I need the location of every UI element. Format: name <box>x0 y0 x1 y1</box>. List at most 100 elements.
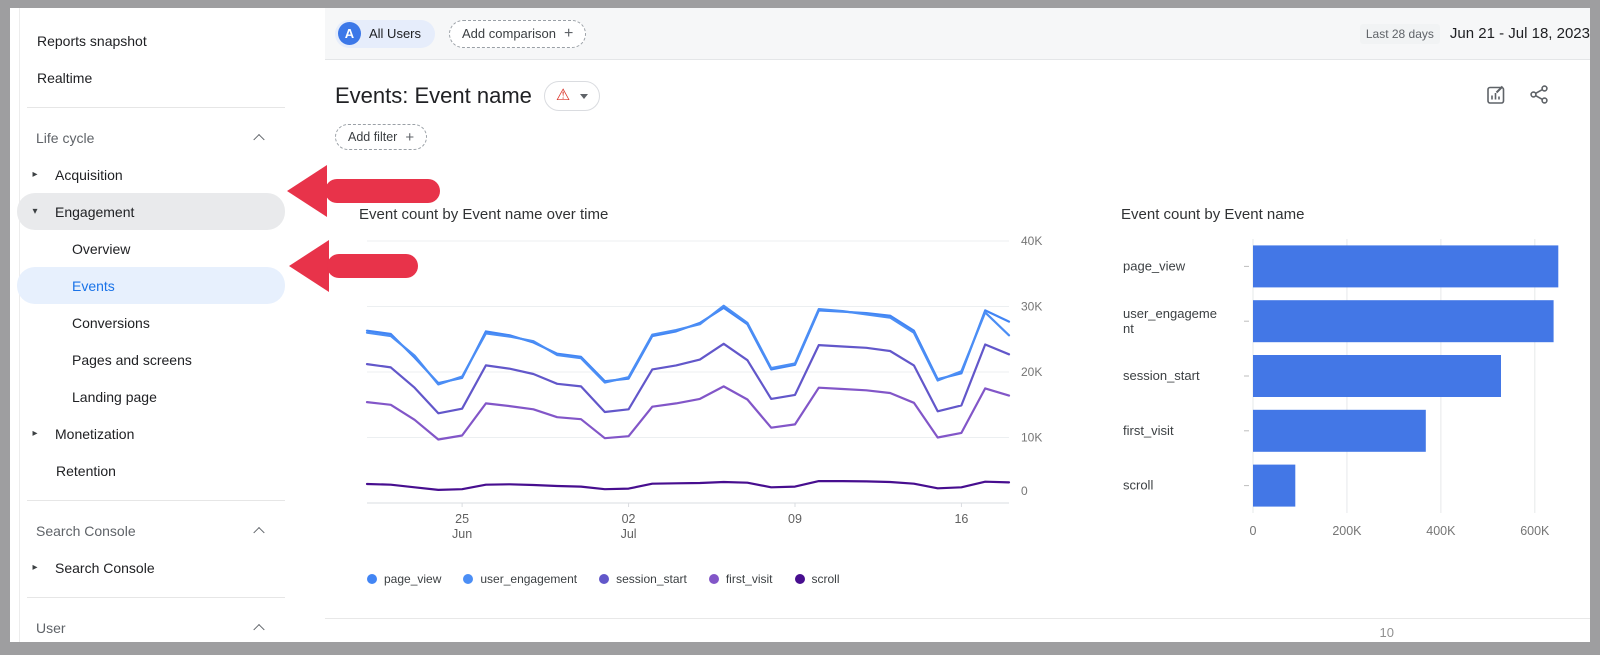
legend-item-scroll[interactable]: scroll <box>795 572 840 586</box>
report-topbar: A All Users Add comparison + Last 28 day… <box>325 8 1590 60</box>
line-chart[interactable]: 010K20K30K40K25Jun02Jul0916 <box>359 231 1059 561</box>
legend-dot <box>709 574 719 584</box>
legend-label: page_view <box>384 572 441 586</box>
svg-text:session_start: session_start <box>1123 368 1200 383</box>
svg-text:40K: 40K <box>1021 234 1042 248</box>
app-window: Reports snapshot Realtime Life cycle ▸ Acqui… <box>10 8 1590 642</box>
chevron-up-icon[interactable] <box>253 526 264 537</box>
sidebar-item-monetization[interactable]: ▸ Monetization <box>10 415 325 452</box>
sidebar-item-realtime[interactable]: Realtime <box>10 59 325 96</box>
legend-item-page-view[interactable]: page_view <box>367 572 441 586</box>
sidebar-item-landing-page[interactable]: Landing page <box>10 378 325 415</box>
filter-row: Add filter + <box>335 124 1590 150</box>
chevron-up-icon[interactable] <box>253 133 264 144</box>
sidebar-item-label: Events <box>72 278 115 294</box>
plus-icon: + <box>564 25 573 43</box>
table-footer-cutoff: 10 <box>325 618 1590 642</box>
svg-text:nt: nt <box>1123 321 1134 336</box>
triangle-right-icon[interactable]: ▸ <box>30 169 40 180</box>
legend-label: user_engagement <box>480 572 577 586</box>
triangle-right-icon[interactable]: ▸ <box>30 562 40 573</box>
charts-row: Event count by Event name over time 010K… <box>359 206 1590 586</box>
legend-dot <box>599 574 609 584</box>
triangle-right-icon[interactable]: ▸ <box>30 428 40 439</box>
sidebar-item-pages-and-screens[interactable]: Pages and screens <box>10 341 325 378</box>
svg-text:20K: 20K <box>1021 365 1042 379</box>
legend-item-user-engagement[interactable]: user_engagement <box>463 572 577 586</box>
date-picker[interactable]: Last 28 days Jun 21 - Jul 18, 2023 <box>1360 24 1590 44</box>
sidebar-item-overview[interactable]: Overview <box>10 230 325 267</box>
share-icon[interactable] <box>1529 84 1550 105</box>
svg-text:600K: 600K <box>1520 524 1550 538</box>
legend-item-session-start[interactable]: session_start <box>599 572 687 586</box>
sidebar-item-life-cycle[interactable]: Life cycle <box>10 119 325 156</box>
legend-label: first_visit <box>726 572 773 586</box>
all-users-chip[interactable]: A All Users <box>335 20 435 48</box>
report-title-row: Events: Event name ⚠ <box>335 80 1590 112</box>
sidebar-item-label: Reports snapshot <box>37 33 147 49</box>
add-filter-button[interactable]: Add filter + <box>335 124 427 150</box>
sidebar-item-engagement[interactable]: ▾ Engagement <box>17 193 285 230</box>
line-chart-card: Event count by Event name over time 010K… <box>359 206 1059 586</box>
svg-text:02: 02 <box>622 512 636 526</box>
legend-item-first-visit[interactable]: first_visit <box>709 572 773 586</box>
sidebar-divider <box>27 107 285 108</box>
svg-text:0: 0 <box>1250 524 1257 538</box>
triangle-down-icon[interactable]: ▾ <box>30 206 40 217</box>
sidebar-item-label: Monetization <box>55 426 134 442</box>
svg-text:09: 09 <box>788 512 802 526</box>
sidebar-item-label: Overview <box>72 241 130 257</box>
legend-dot <box>367 574 377 584</box>
sidebar-nav: Reports snapshot Realtime Life cycle ▸ Acqui… <box>10 8 325 642</box>
all-users-label: All Users <box>369 26 421 41</box>
svg-text:16: 16 <box>954 512 968 526</box>
sidebar-item-search-console[interactable]: ▸ Search Console <box>10 549 325 586</box>
chevron-up-icon[interactable] <box>253 623 264 634</box>
sidebar-item-label: Life cycle <box>36 130 94 146</box>
svg-text:Jul: Jul <box>621 527 637 541</box>
legend-dot <box>795 574 805 584</box>
date-range[interactable]: Jun 21 - Jul 18, 2023 <box>1450 25 1590 42</box>
plus-icon: + <box>405 129 414 146</box>
sidebar-item-label: Retention <box>56 463 116 479</box>
sidebar-divider <box>27 597 285 598</box>
sidebar-item-reports-snapshot[interactable]: Reports snapshot <box>10 22 325 59</box>
svg-text:scroll: scroll <box>1123 478 1153 493</box>
customize-report-icon[interactable] <box>1486 84 1507 105</box>
sidebar-item-label: Engagement <box>55 204 134 220</box>
sidebar-item-search-console[interactable]: Search Console <box>10 512 325 549</box>
sidebar-item-user[interactable]: User <box>10 609 325 642</box>
bar-chart-card: Event count by Event name 0 200K 400K 600K p… <box>1121 206 1590 586</box>
add-comparison-label: Add comparison <box>462 26 556 41</box>
sidebar-item-conversions[interactable]: Conversions <box>10 304 325 341</box>
sidebar-item-label: User <box>36 620 66 636</box>
sidebar-item-label: Search Console <box>36 523 136 539</box>
sidebar-item-label: Landing page <box>72 389 157 405</box>
svg-text:page_view: page_view <box>1123 258 1186 273</box>
sidebar-item-events[interactable]: Events <box>17 267 285 304</box>
svg-text:0: 0 <box>1021 484 1028 498</box>
svg-text:10K: 10K <box>1021 431 1042 445</box>
warning-icon: ⚠ <box>556 88 570 104</box>
data-quality-dropdown[interactable]: ⚠ <box>544 81 600 111</box>
svg-text:30K: 30K <box>1021 300 1042 314</box>
legend-label: scroll <box>812 572 840 586</box>
bar-chart[interactable]: 0 200K 400K 600K page_view user_engagement ses… <box>1121 231 1590 561</box>
chevron-down-icon <box>580 94 588 99</box>
add-comparison-button[interactable]: Add comparison + <box>449 20 586 48</box>
main-content: A All Users Add comparison + Last 28 day… <box>325 8 1590 642</box>
svg-text:200K: 200K <box>1332 524 1362 538</box>
sidebar-item-retention[interactable]: Retention <box>10 452 325 489</box>
rows-per-page-value[interactable]: 10 <box>1380 625 1394 640</box>
bar-chart-title: Event count by Event name <box>1121 206 1590 223</box>
svg-text:first_visit: first_visit <box>1123 423 1174 438</box>
sidebar-item-label: Acquisition <box>55 167 123 183</box>
legend-dot <box>463 574 473 584</box>
svg-text:user_engageme: user_engageme <box>1123 306 1217 321</box>
sidebar-item-label: Pages and screens <box>72 352 192 368</box>
sidebar-item-acquisition[interactable]: ▸ Acquisition <box>10 156 325 193</box>
svg-text:400K: 400K <box>1426 524 1456 538</box>
sidebar-item-label: Search Console <box>55 560 155 576</box>
sidebar-item-label: Conversions <box>72 315 150 331</box>
date-preset-label: Last 28 days <box>1360 24 1440 44</box>
